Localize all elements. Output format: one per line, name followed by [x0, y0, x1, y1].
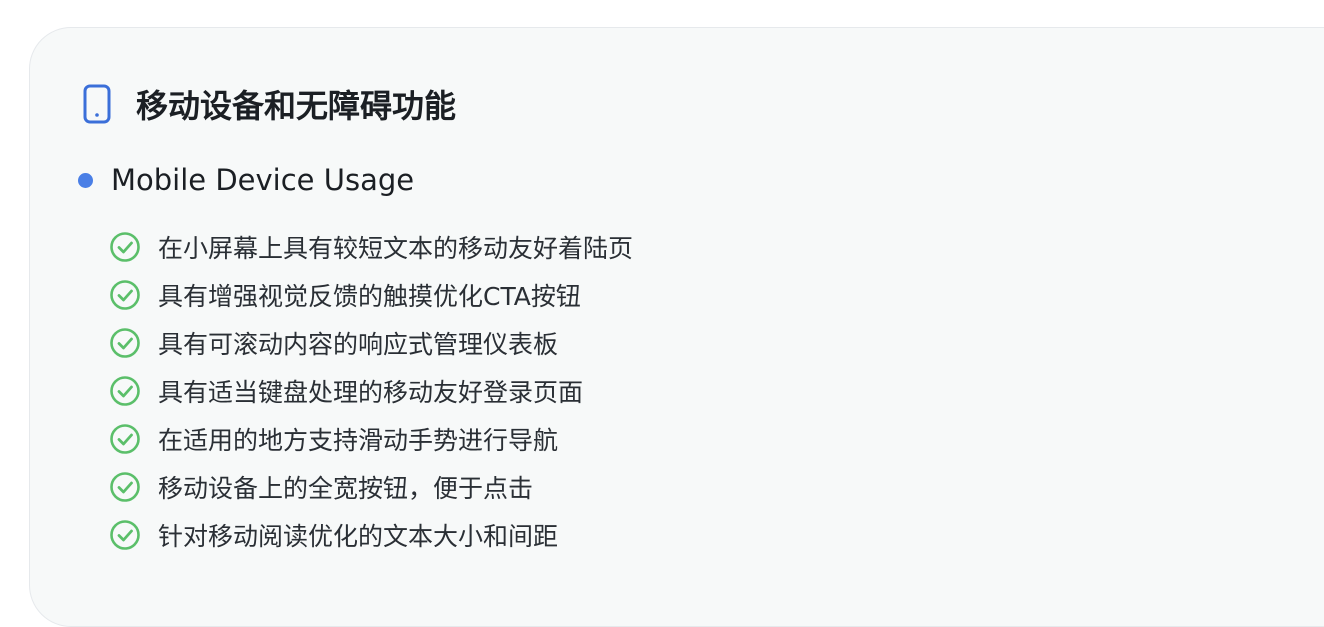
list-item: 移动设备上的全宽按钮，便于点击: [108, 463, 633, 511]
list-item: 在适用的地方支持滑动手势进行导航: [108, 415, 633, 463]
list-item-label: 具有增强视觉反馈的触摸优化CTA按钮: [158, 282, 581, 311]
feature-list: 在小屏幕上具有较短文本的移动友好着陆页 具有增强视觉反馈的触摸优化CTA按钮 具…: [108, 223, 633, 559]
list-item-label: 移动设备上的全宽按钮，便于点击: [158, 474, 534, 503]
list-item: 在小屏幕上具有较短文本的移动友好着陆页: [108, 223, 633, 271]
list-item: 具有可滚动内容的响应式管理仪表板: [108, 319, 633, 367]
section-heading: Mobile Device Usage: [78, 160, 414, 200]
list-item: 具有增强视觉反馈的触摸优化CTA按钮: [108, 271, 633, 319]
check-circle-icon: [108, 230, 142, 264]
bullet-dot: [78, 172, 93, 188]
list-item-label: 针对移动阅读优化的文本大小和间距: [158, 522, 559, 551]
check-circle-icon: [108, 518, 142, 552]
check-circle-icon: [108, 470, 142, 504]
list-item: 具有适当键盘处理的移动友好登录页面: [108, 367, 633, 415]
list-item-label: 具有可滚动内容的响应式管理仪表板: [158, 330, 559, 359]
check-circle-icon: [108, 374, 142, 408]
check-circle-icon: [108, 422, 142, 456]
card-header: 移动设备和无障碍功能: [82, 84, 457, 125]
check-circle-icon: [108, 278, 142, 312]
card-title: 移动设备和无障碍功能: [136, 87, 457, 125]
list-item-label: 具有适当键盘处理的移动友好登录页面: [158, 378, 584, 407]
list-item-label: 在适用的地方支持滑动手势进行导航: [158, 426, 559, 455]
smartphone-icon: [82, 84, 112, 124]
list-item: 针对移动阅读优化的文本大小和间距: [108, 511, 633, 559]
check-circle-icon: [108, 326, 142, 360]
list-item-label: 在小屏幕上具有较短文本的移动友好着陆页: [158, 234, 634, 263]
section-label: Mobile Device Usage: [111, 163, 415, 197]
